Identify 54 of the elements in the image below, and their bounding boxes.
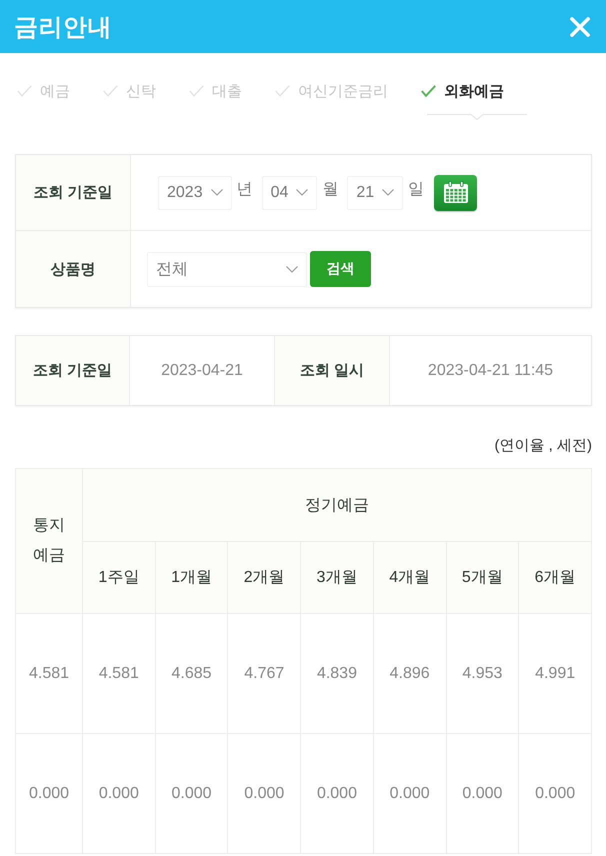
- column-header: 5개월: [446, 542, 519, 614]
- chevron-down-icon: [382, 189, 394, 196]
- table-cell: 0.000: [300, 734, 374, 854]
- table-cell: 4.581: [16, 614, 82, 734]
- check-icon: [103, 85, 118, 97]
- tab[interactable]: 외화예금: [421, 65, 504, 117]
- column-header: 4개월: [373, 542, 446, 614]
- unit-label: 월: [322, 180, 338, 200]
- table-cell: 0.000: [228, 734, 301, 854]
- calendar-button[interactable]: [434, 174, 478, 210]
- table-cell: 4.991: [518, 614, 592, 734]
- form-label: 조회 기준일: [16, 155, 131, 231]
- check-icon: [275, 85, 290, 97]
- table-cell: 0.000: [518, 734, 592, 854]
- chevron-down-icon: [286, 266, 298, 272]
- table-cell: 4.767: [228, 614, 301, 734]
- table-cell: 0.000: [16, 734, 82, 854]
- unit-label: 년: [236, 180, 253, 200]
- info-label: 조회 기준일: [16, 336, 130, 405]
- form-label: 상품명: [16, 231, 131, 307]
- column-header: 3개월: [300, 542, 374, 614]
- date-select[interactable]: 04: [262, 176, 318, 210]
- table-cell: 4.581: [82, 614, 156, 734]
- chevron-down-icon: [296, 189, 308, 196]
- column-header: 통지예금: [16, 468, 82, 614]
- search-button[interactable]: 검색: [310, 251, 371, 287]
- column-header: 6개월: [518, 542, 592, 614]
- window-title: 금리안내: [14, 12, 112, 42]
- column-header: 1개월: [155, 542, 228, 614]
- table-cell: 4.953: [446, 614, 519, 734]
- unit-label: 일: [408, 180, 424, 200]
- date-select[interactable]: 21: [347, 176, 404, 210]
- close-button[interactable]: [570, 16, 590, 36]
- date-select[interactable]: 2023: [158, 176, 232, 210]
- product-select[interactable]: 전체: [147, 252, 307, 286]
- table-cell: 0.000: [155, 734, 228, 854]
- table-cell: 0.000: [446, 734, 519, 854]
- rate-note: (연이율 , 세전): [494, 436, 592, 456]
- column-header: 2개월: [228, 542, 301, 614]
- table-cell: 4.896: [373, 614, 446, 734]
- calendar-icon: [442, 181, 469, 204]
- chevron-down-icon: [210, 189, 223, 196]
- column-group-header: 정기예금: [82, 468, 592, 542]
- info-value: 2023-04-21 11:45: [426, 360, 554, 380]
- table-cell: 0.000: [373, 734, 446, 854]
- column-header: 1주일: [82, 542, 156, 614]
- table-cell: 4.685: [155, 614, 228, 734]
- table-cell: 0.000: [82, 734, 156, 854]
- close-icon: [570, 16, 590, 36]
- table-cell: 4.839: [300, 614, 374, 734]
- check-icon: [421, 85, 436, 97]
- check-icon: [17, 85, 32, 97]
- info-label: 조회 일시: [275, 336, 390, 405]
- check-icon: [189, 85, 204, 97]
